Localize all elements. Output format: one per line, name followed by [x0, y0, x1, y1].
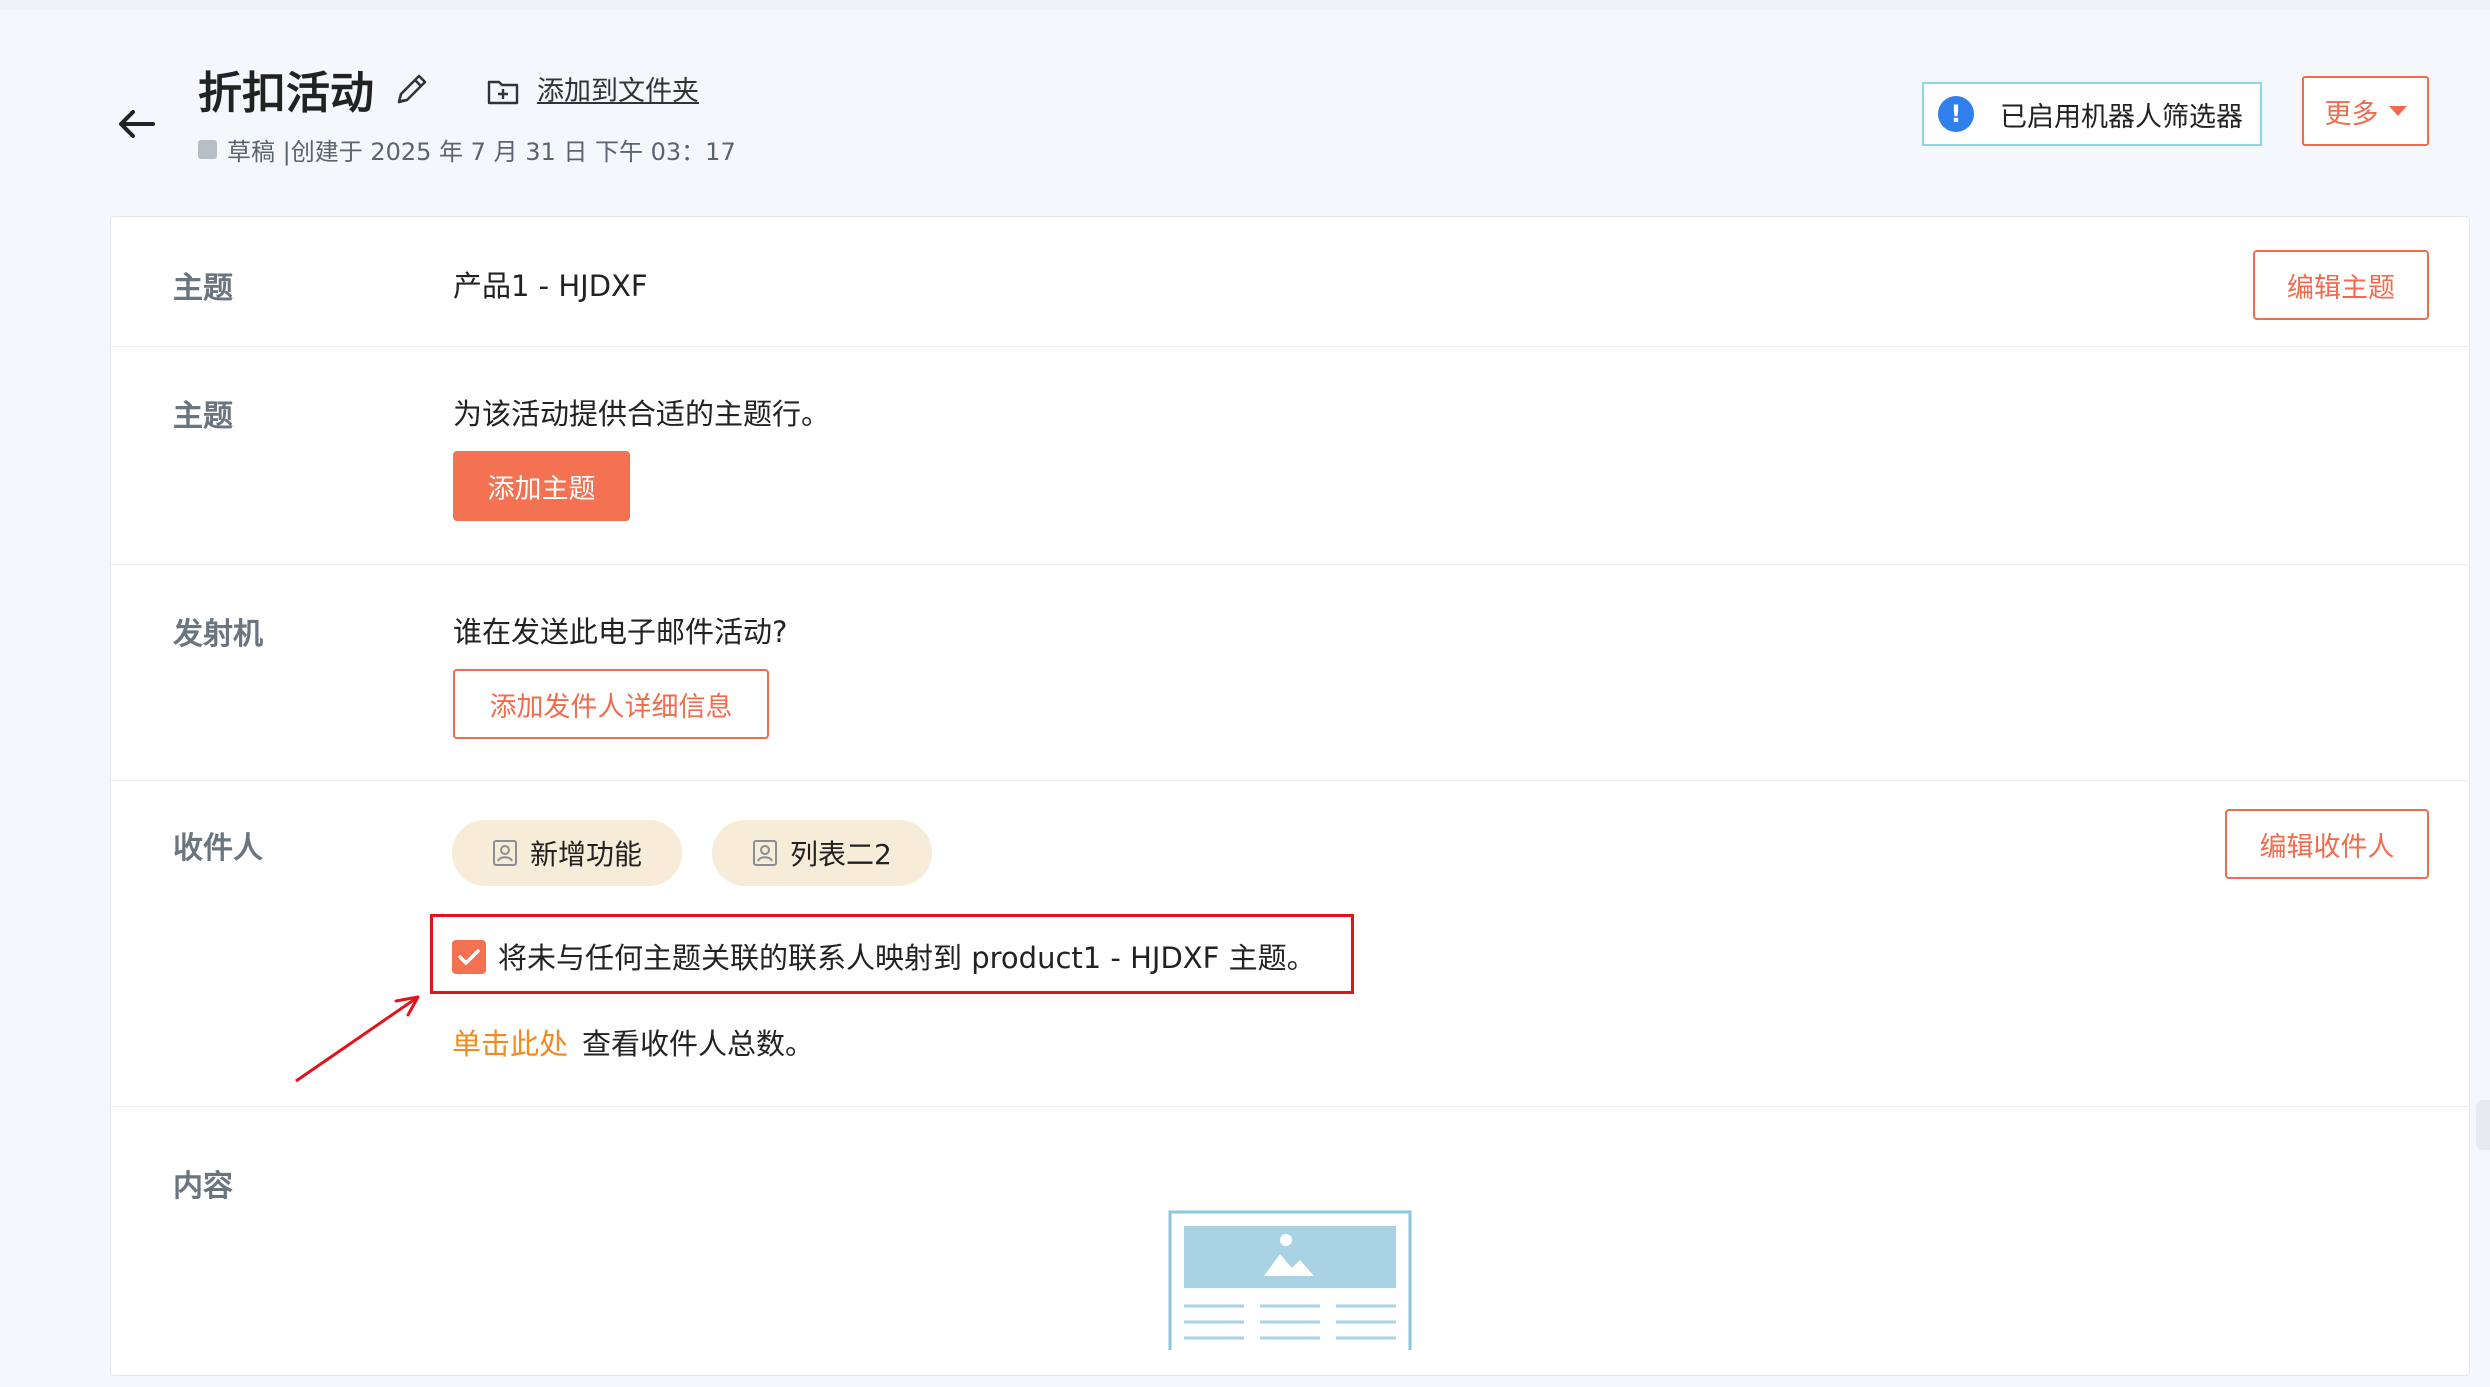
caret-down-icon	[2388, 106, 2407, 116]
recipients-label: 收件人	[173, 831, 263, 866]
edit-recipients-button[interactable]: 编辑收件人	[2225, 809, 2429, 879]
subject-value: 产品1 - HJDXF	[453, 269, 648, 303]
click-here-link[interactable]: 单击此处	[452, 1022, 568, 1066]
click-here-suffix: 查看收件人总数。	[582, 1027, 815, 1061]
content-label: 内容	[173, 1169, 233, 1204]
subject-section: 主题 产品1 - HJDXF 编辑主题	[111, 217, 2469, 347]
contact-list-icon	[753, 840, 777, 866]
scroll-handle[interactable]	[2476, 1100, 2490, 1150]
sender-prompt: 谁在发送此电子邮件活动?	[453, 615, 788, 649]
sender-section: 发射机 谁在发送此电子邮件活动? 添加发件人详细信息	[111, 565, 2469, 781]
add-sender-button[interactable]: 添加发件人详细信息	[453, 669, 769, 739]
status-text: 草稿 |创建于 2025 年 7 月 31 日 下午 03：17	[227, 138, 736, 166]
campaign-card: 主题 产品1 - HJDXF 编辑主题 主题 为该活动提供合适的主题行。 添加主…	[110, 216, 2470, 1376]
edit-subject-button[interactable]: 编辑主题	[2253, 250, 2429, 320]
recipient-list-chip[interactable]: 新增功能	[452, 820, 683, 886]
page-title: 折扣活动	[198, 68, 374, 119]
subject-label: 主题	[173, 271, 233, 306]
annotation-arrow-icon	[295, 995, 420, 1083]
subject-line-label: 主题	[173, 399, 233, 434]
top-strip	[0, 0, 2490, 10]
contact-list-icon	[493, 840, 517, 866]
sender-label: 发射机	[173, 617, 263, 652]
email-template-placeholder-icon	[1168, 1210, 1412, 1350]
back-arrow-icon[interactable]	[113, 104, 157, 144]
more-button[interactable]: 更多	[2302, 76, 2429, 146]
map-contacts-label: 将未与任何主题关联的联系人映射到 product1 - HJDXF 主题。	[498, 941, 1316, 975]
more-button-label: 更多	[2324, 98, 2379, 130]
bot-filter-label: 已启用机器人筛选器	[2000, 101, 2243, 133]
info-icon: !	[1938, 96, 1974, 132]
add-subject-button[interactable]: 添加主题	[453, 451, 630, 521]
subject-line-prompt: 为该活动提供合适的主题行。	[453, 397, 831, 431]
recipient-list-name: 列表二2	[790, 838, 892, 871]
map-contacts-checkbox[interactable]	[452, 940, 486, 974]
check-icon	[458, 949, 480, 965]
recipient-list-name: 新增功能	[530, 838, 643, 871]
subject-line-section: 主题 为该活动提供合适的主题行。 添加主题	[111, 347, 2469, 565]
pencil-icon[interactable]	[393, 68, 431, 110]
recipient-list-chip[interactable]: 列表二2	[712, 820, 932, 886]
bot-filter-badge[interactable]: ! 已启用机器人筛选器	[1922, 82, 2262, 146]
folder-plus-icon	[487, 78, 519, 106]
add-to-folder-link[interactable]: 添加到文件夹	[537, 72, 699, 112]
draft-status-icon	[198, 140, 217, 159]
